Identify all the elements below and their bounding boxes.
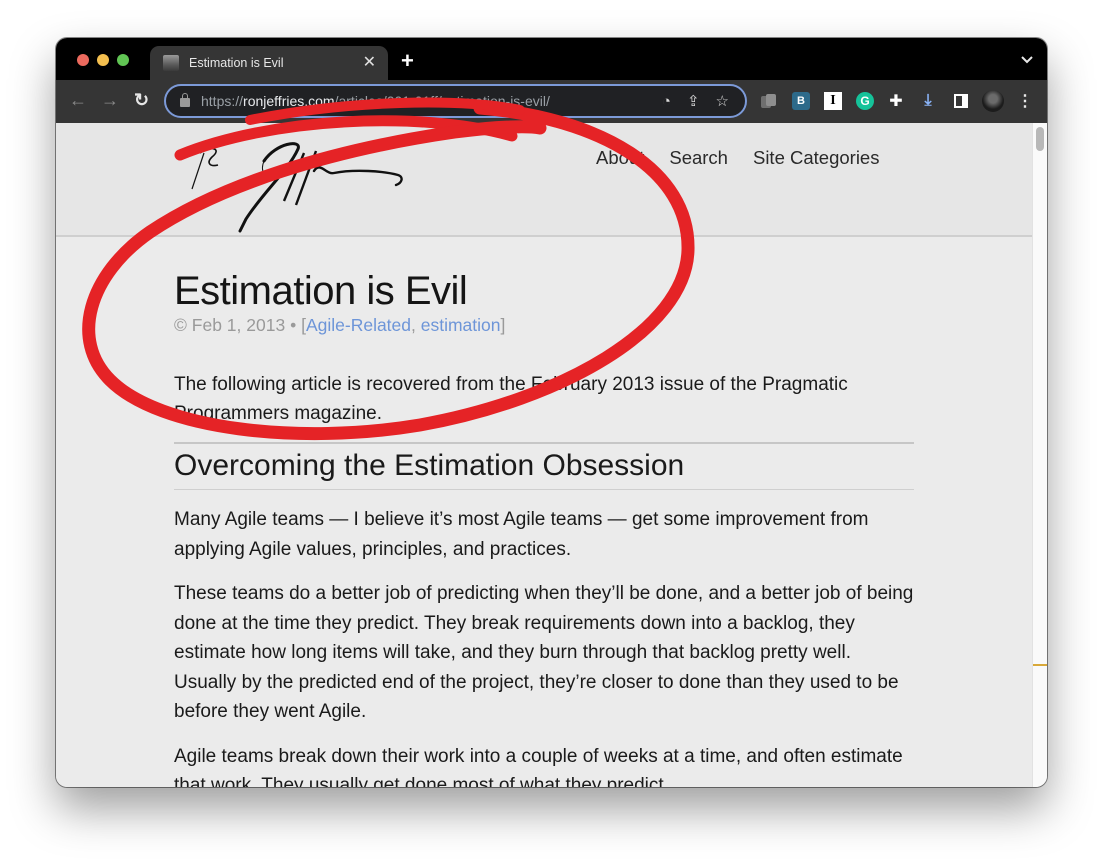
meta-separator: • xyxy=(290,315,297,335)
scrollbar-thumb[interactable] xyxy=(1036,127,1044,151)
scrollbar-highlight-marker xyxy=(1033,664,1047,666)
intro-paragraph: The following article is recovered from … xyxy=(174,374,848,424)
body-paragraph: These teams do a better job of predictin… xyxy=(174,583,914,722)
article: Estimation is Evil © Feb 1, 2013 • [Agil… xyxy=(174,269,914,787)
download-icon[interactable]: ⤓ xyxy=(919,92,937,110)
signature-logo[interactable] xyxy=(184,131,424,236)
copies-extension-icon[interactable] xyxy=(759,92,777,110)
url-host: ronjeffries.com xyxy=(243,93,335,109)
chrome-menu-icon[interactable]: ⋮ xyxy=(1016,92,1034,110)
back-button[interactable]: ← xyxy=(69,91,87,109)
url-text[interactable]: https://ronjeffries.com/articles/001-01f… xyxy=(201,93,662,109)
browser-toolbar: ← → ↻ https://ronjeffries.com/articles/0… xyxy=(56,80,1047,123)
section-heading: Overcoming the Estimation Obsession xyxy=(174,442,914,490)
url-path: /articles/001-01ff/estimation-is-evil/ xyxy=(334,93,550,109)
tab-title: Estimation is Evil xyxy=(189,56,284,70)
grammarly-extension-icon[interactable]: G xyxy=(856,92,874,110)
new-tab-button[interactable]: + xyxy=(401,50,414,72)
url-scheme: https:// xyxy=(201,93,244,109)
author-portrait-favicon-icon xyxy=(163,55,179,71)
copyright-symbol: © xyxy=(174,315,187,335)
nav-site-categories[interactable]: Site Categories xyxy=(753,147,879,169)
profile-avatar[interactable] xyxy=(982,90,1004,112)
address-bar[interactable]: https://ronjeffries.com/articles/001-01f… xyxy=(164,84,747,118)
close-bracket: ] xyxy=(500,315,506,335)
site-nav: About Search Site Categories xyxy=(596,147,879,169)
nav-search[interactable]: Search xyxy=(669,147,728,169)
post-date: Feb 1, 2013 xyxy=(191,315,286,335)
performance-icon[interactable]: ◔ xyxy=(662,93,671,110)
side-panel-icon[interactable] xyxy=(952,92,970,110)
instapaper-extension-icon[interactable]: I xyxy=(824,92,842,110)
tab-strip: Estimation is Evil ✕ + xyxy=(56,38,1047,80)
lock-icon[interactable] xyxy=(180,93,190,107)
article-title: Estimation is Evil xyxy=(174,269,468,313)
article-meta: © Feb 1, 2013 • [Agile-Related, estimati… xyxy=(174,313,914,337)
minimize-window-button[interactable] xyxy=(97,54,109,66)
category-link-estimation[interactable]: estimation xyxy=(421,315,501,335)
nav-about[interactable]: About xyxy=(596,147,644,169)
bookmark-star-icon[interactable]: ☆ xyxy=(716,92,729,110)
b-extension-icon[interactable]: B xyxy=(792,92,810,110)
tab-estimation-is-evil[interactable]: Estimation is Evil ✕ xyxy=(150,46,388,80)
extensions-puzzle-icon[interactable]: ✚ xyxy=(887,92,905,110)
category-comma: , xyxy=(411,315,421,335)
tab-search-chevron-icon[interactable] xyxy=(1021,53,1033,67)
close-window-button[interactable] xyxy=(77,54,89,66)
web-page: About Search Site Categories Estimation … xyxy=(56,123,1032,787)
category-link-agile-related[interactable]: Agile-Related xyxy=(306,315,411,335)
close-tab-icon[interactable]: ✕ xyxy=(363,55,376,71)
page-scrollbar[interactable] xyxy=(1032,123,1047,787)
share-icon[interactable]: ⇪ xyxy=(687,92,700,110)
forward-button[interactable]: → xyxy=(101,91,119,109)
reload-button[interactable]: ↻ xyxy=(134,91,149,109)
browser-window: Estimation is Evil ✕ + ← → ↻ https://ron… xyxy=(56,38,1047,787)
body-paragraph: Many Agile teams — I believe it’s most A… xyxy=(174,509,869,560)
body-paragraph: Agile teams break down their work into a… xyxy=(174,745,903,788)
site-header: About Search Site Categories xyxy=(56,123,1032,237)
zoom-window-button[interactable] xyxy=(117,54,129,66)
